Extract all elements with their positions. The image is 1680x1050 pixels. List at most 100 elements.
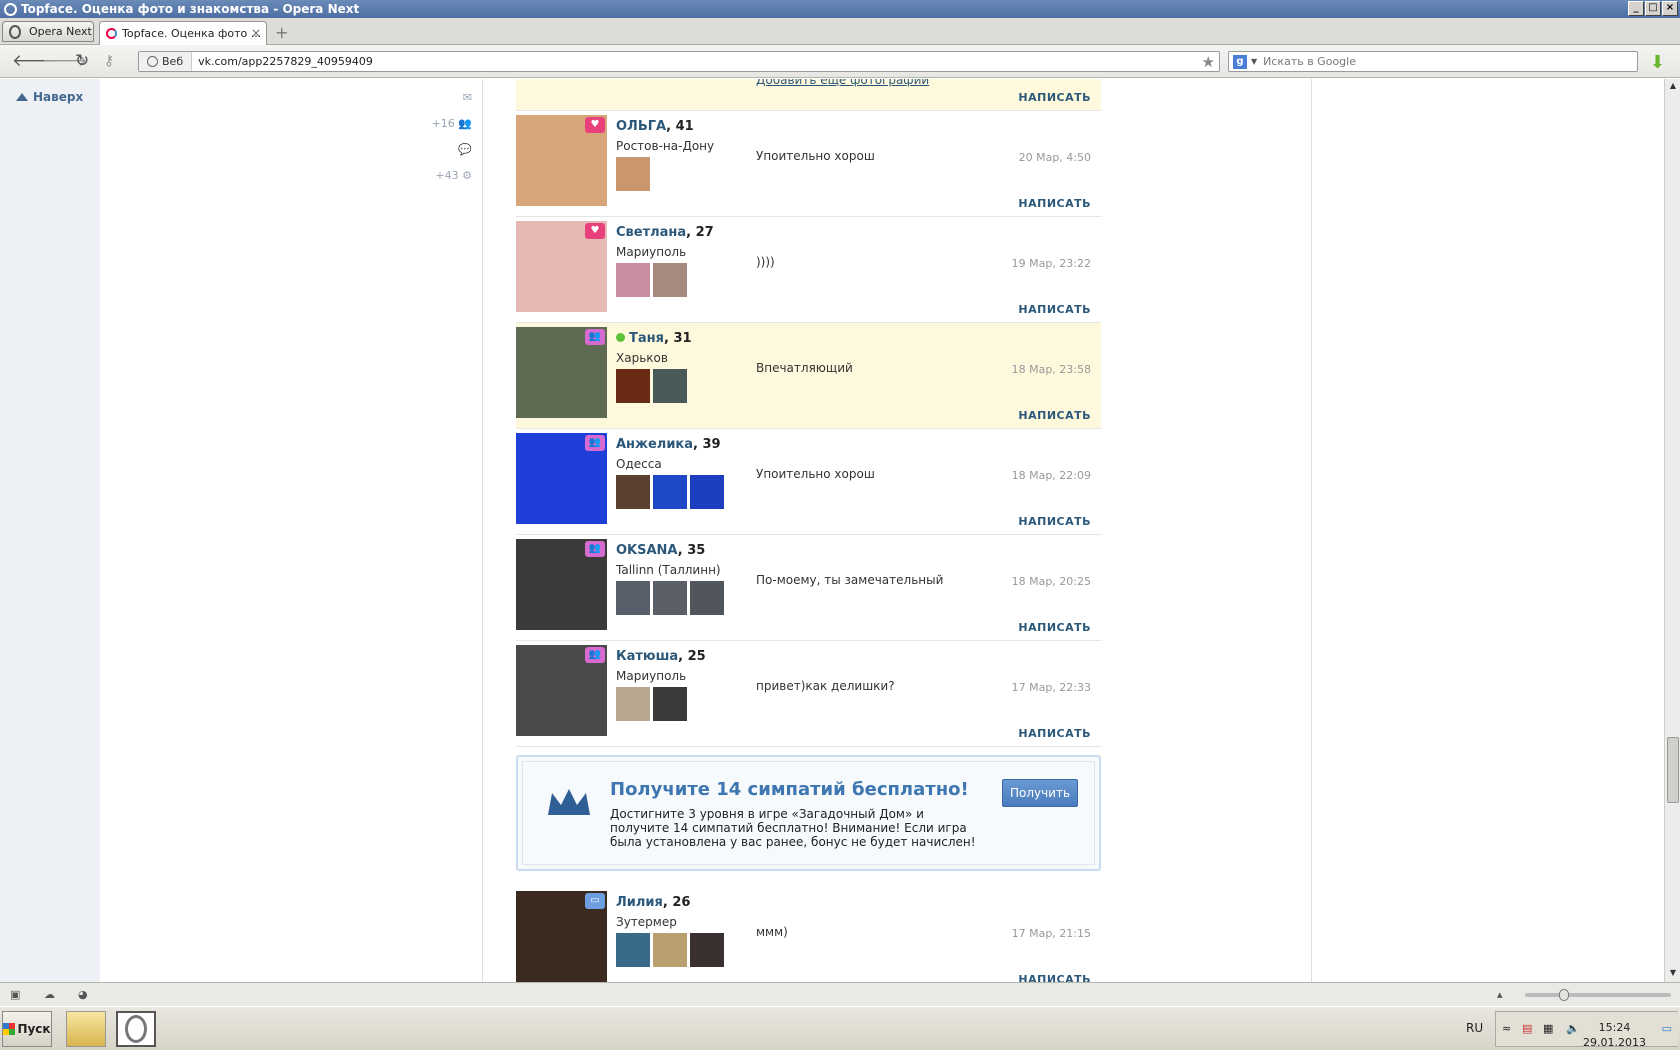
clock[interactable]: 15:24 29.01.2013 [1583, 1020, 1646, 1050]
profile-photo[interactable]: 👥 [516, 433, 607, 524]
add-more-photos-link[interactable]: Добавить еще фотографии [756, 79, 929, 87]
thumbnail[interactable] [653, 581, 687, 615]
zoom-slider-knob[interactable] [1559, 989, 1569, 1001]
mail-icon[interactable]: ✉ [400, 91, 472, 117]
globe-icon [147, 56, 158, 67]
zoom-toggle-icon[interactable]: ▴ [1497, 988, 1513, 1001]
profile-city: Ростов-на-Дону [616, 139, 715, 153]
profile-photo[interactable]: ♥ [516, 115, 607, 206]
device-icon[interactable]: ▦ [1543, 1022, 1553, 1035]
write-button[interactable]: НАПИСАТЬ [1018, 621, 1091, 634]
start-button[interactable]: Пуск [2, 1011, 52, 1047]
search-field[interactable]: g ▼ Искать в Google [1228, 51, 1638, 72]
status-bar: ▣ ☁ ◕ ▴ [0, 982, 1680, 1006]
profile-photo[interactable]: 👥 [516, 539, 607, 630]
opera-logo-icon [4, 2, 17, 16]
google-icon[interactable]: g [1233, 54, 1247, 69]
back-to-top-button[interactable]: Наверх [16, 90, 83, 104]
write-button[interactable]: НАПИСАТЬ [1018, 197, 1091, 210]
profile-city: Tallinn (Таллинн) [616, 563, 721, 577]
windows-taskbar: Пуск RU ≈ ▤ ▦ 🔈 15:24 29.01.2013 ▭ [0, 1006, 1680, 1050]
profile-name[interactable]: Лилия, 26 [616, 895, 690, 910]
promo-title: Получите 14 симпатий бесплатно! [610, 779, 969, 800]
profile-city: Мариуполь [616, 669, 687, 683]
language-indicator[interactable]: RU [1466, 1021, 1483, 1035]
cloud-icon[interactable]: ☁ [44, 988, 60, 1001]
close-window-button[interactable]: × [1662, 1, 1678, 16]
write-button[interactable]: НАПИСАТЬ [1018, 727, 1091, 740]
new-tab-button[interactable]: + [275, 23, 288, 42]
network-icon[interactable]: ▤ [1522, 1022, 1532, 1035]
write-button[interactable]: НАПИСАТЬ [1018, 409, 1091, 422]
get-bonus-button[interactable]: Получить [1002, 779, 1078, 807]
speed-dial-icon[interactable]: ◕ [78, 988, 94, 1001]
comments-icon[interactable]: 💬 [400, 143, 472, 169]
message-date: 18 Мар, 22:09 [1011, 469, 1091, 482]
message-text: Упоительно хорош [756, 149, 875, 163]
settings-counter[interactable]: +43 ⚙ [400, 169, 472, 195]
thumbnail[interactable] [616, 369, 650, 403]
profile-name[interactable]: Таня, 31 [616, 331, 692, 346]
thumbnail[interactable] [616, 157, 650, 191]
chevron-down-icon[interactable]: ▼ [1251, 57, 1257, 66]
reload-icon[interactable]: ↻ [75, 51, 89, 71]
scroll-thumb[interactable] [1667, 737, 1679, 803]
address-bar[interactable]: Веб vk.com/app2257829_40959409 ★ [138, 51, 1220, 72]
profile-photo[interactable]: ♥ [516, 221, 607, 312]
profile-photo[interactable]: 👥 [516, 327, 607, 418]
thumbnail[interactable] [653, 687, 687, 721]
profile-name[interactable]: ОЛЬГА, 41 [616, 119, 694, 134]
thumbnail[interactable] [653, 263, 687, 297]
scroll-down-icon[interactable]: ▼ [1667, 968, 1679, 980]
tab-topface[interactable]: Topface. Оценка фото ... × [99, 21, 267, 45]
thumbnail[interactable] [653, 475, 687, 509]
site-info-badge[interactable]: Веб [139, 52, 193, 71]
url-text[interactable]: vk.com/app2257829_40959409 [192, 55, 373, 68]
minimize-button[interactable]: _ [1628, 1, 1644, 16]
search-placeholder[interactable]: Искать в Google [1263, 55, 1356, 68]
vertical-scrollbar[interactable]: ▲ ▼ [1664, 79, 1680, 982]
thumbnail[interactable] [653, 369, 687, 403]
download-icon[interactable]: ⬇ [1650, 52, 1668, 73]
bookmark-star-icon[interactable]: ★ [1202, 53, 1215, 71]
gear-icon: ⚙ [462, 169, 472, 182]
friends-counter[interactable]: +16 👥 [400, 117, 472, 143]
write-button[interactable]: НАПИСАТЬ [1018, 515, 1091, 528]
message-text: привет)как делишки? [756, 679, 895, 693]
volume-icon[interactable]: 🔈 [1566, 1022, 1580, 1035]
profile-photo[interactable]: 👥 [516, 645, 607, 736]
panel-toggle-icon[interactable]: ▣ [10, 988, 26, 1001]
thumbnail[interactable] [690, 933, 724, 967]
thumbnail[interactable] [690, 581, 724, 615]
explorer-taskbar-icon[interactable] [66, 1011, 106, 1047]
zoom-slider[interactable] [1525, 989, 1671, 1001]
profile-name[interactable]: OKSANA, 35 [616, 543, 705, 558]
profile-photo[interactable]: ▭ [516, 891, 607, 982]
thumbnail[interactable] [616, 581, 650, 615]
write-button[interactable]: НАПИСАТЬ [1018, 973, 1091, 982]
thumbnail[interactable] [616, 475, 650, 509]
promo-banner: Получите 14 симпатий бесплатно! Достигни… [516, 755, 1101, 871]
heart-icon: ♥ [585, 223, 605, 239]
opera-taskbar-icon[interactable] [116, 1011, 156, 1047]
chevron-up-icon[interactable]: ≈ [1502, 1022, 1511, 1035]
thumbnail[interactable] [653, 933, 687, 967]
show-desktop-icon[interactable]: ▭ [1662, 1022, 1672, 1035]
maximize-button[interactable]: □ [1645, 1, 1661, 16]
key-icon[interactable]: ⚷ [104, 53, 114, 69]
thumbnail[interactable] [616, 933, 650, 967]
opera-menu-button[interactable]: Opera Next [2, 21, 94, 42]
profile-name[interactable]: Катюша, 25 [616, 649, 706, 664]
thumbnail[interactable] [616, 687, 650, 721]
scroll-up-icon[interactable]: ▲ [1667, 81, 1679, 93]
message-text: Упоительно хорош [756, 467, 875, 481]
thumbnail[interactable] [616, 263, 650, 297]
profile-name[interactable]: Анжелика, 39 [616, 437, 721, 452]
topface-favicon-icon [106, 28, 117, 39]
profile-name[interactable]: Светлана, 27 [616, 225, 714, 240]
write-button[interactable]: НАПИСАТЬ [1018, 91, 1091, 104]
write-button[interactable]: НАПИСАТЬ [1018, 303, 1091, 316]
profile-city: Харьков [616, 351, 668, 365]
thumbnail[interactable] [690, 475, 724, 509]
close-tab-icon[interactable]: × [251, 26, 261, 40]
